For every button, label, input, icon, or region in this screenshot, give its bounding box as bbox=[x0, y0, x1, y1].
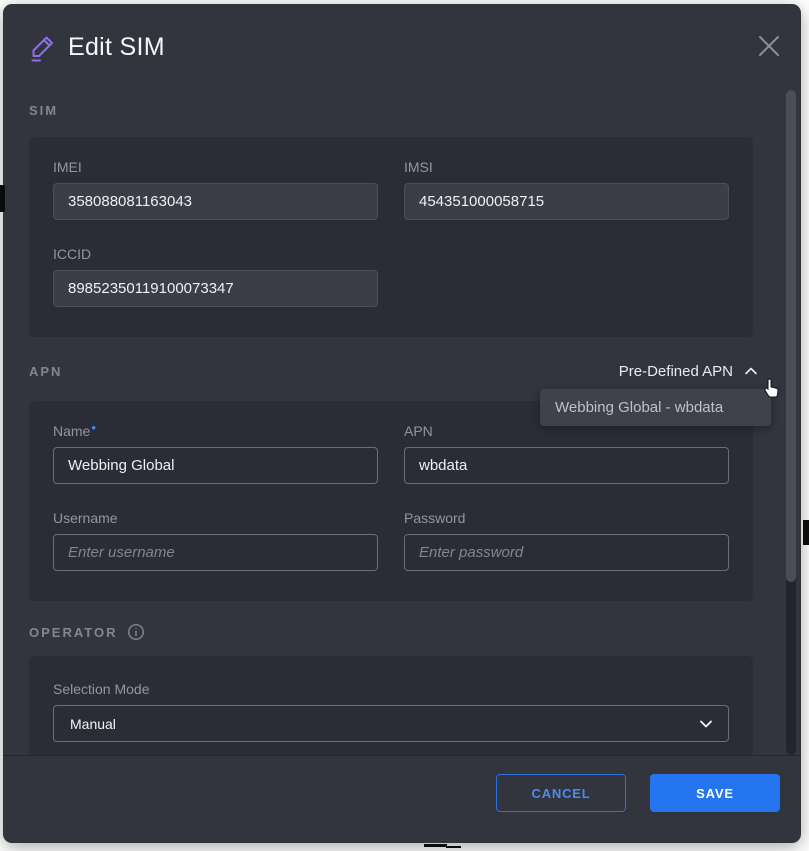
imei-label: IMEI bbox=[53, 159, 378, 175]
imei-field: IMEI bbox=[53, 159, 378, 220]
apn-name-label: Name bbox=[53, 423, 90, 439]
dropdown-option-webbing-global[interactable]: Webbing Global - wbdata bbox=[540, 389, 771, 426]
close-icon[interactable] bbox=[754, 31, 784, 61]
background-artifact bbox=[803, 520, 809, 545]
predefined-apn-label: Pre-Defined APN bbox=[619, 363, 733, 380]
predefined-apn-dropdown: Webbing Global - wbdata bbox=[540, 389, 771, 426]
password-field: Password bbox=[404, 510, 729, 571]
save-button[interactable]: SAVE bbox=[650, 774, 780, 812]
apn-value-field: APN bbox=[404, 423, 729, 484]
pencil-icon bbox=[30, 34, 56, 62]
required-marker: • bbox=[91, 420, 96, 435]
password-input[interactable] bbox=[404, 534, 729, 571]
apn-section-label: APN bbox=[29, 364, 62, 379]
selection-mode-value: Manual bbox=[70, 716, 116, 732]
sim-section-label: SIM bbox=[29, 103, 753, 119]
background-artifact bbox=[446, 846, 461, 848]
username-input[interactable] bbox=[53, 534, 378, 571]
modal-header: Edit SIM bbox=[3, 4, 801, 90]
imei-input[interactable] bbox=[53, 183, 378, 220]
selection-mode-label: Selection Mode bbox=[53, 681, 729, 697]
apn-panel: Name• APN Username Password bbox=[29, 401, 753, 601]
modal-title: Edit SIM bbox=[68, 33, 165, 62]
background-artifact bbox=[0, 185, 5, 212]
username-field: Username bbox=[53, 510, 378, 571]
password-label: Password bbox=[404, 510, 729, 526]
selection-mode-select[interactable]: Manual bbox=[53, 705, 729, 742]
predefined-apn-toggle[interactable]: Pre-Defined APN bbox=[619, 363, 759, 380]
iccid-label: ICCID bbox=[53, 246, 378, 262]
apn-input[interactable] bbox=[404, 447, 729, 484]
page-background: Edit SIM SIM IMEI IMSI bbox=[0, 0, 809, 851]
operator-header-row: OPERATOR bbox=[29, 622, 753, 642]
imsi-input[interactable] bbox=[404, 183, 729, 220]
scrollbar-thumb[interactable] bbox=[786, 90, 796, 582]
chevron-up-icon bbox=[743, 364, 759, 378]
info-icon[interactable] bbox=[127, 623, 145, 641]
apn-header-row: APN Pre-Defined APN bbox=[29, 359, 753, 383]
iccid-field: ICCID bbox=[53, 246, 378, 307]
sim-panel: IMEI IMSI ICCID bbox=[29, 137, 753, 337]
selection-mode-field: Selection Mode Manual bbox=[53, 681, 729, 742]
operator-panel: Selection Mode Manual bbox=[29, 656, 753, 755]
operator-section-label: OPERATOR bbox=[29, 625, 117, 640]
background-artifact bbox=[424, 844, 447, 847]
chevron-down-icon bbox=[698, 717, 714, 731]
apn-name-input[interactable] bbox=[53, 447, 378, 484]
imsi-label: IMSI bbox=[404, 159, 729, 175]
cancel-button[interactable]: CANCEL bbox=[496, 774, 626, 812]
imsi-field: IMSI bbox=[404, 159, 729, 220]
username-label: Username bbox=[53, 510, 378, 526]
apn-name-field: Name• bbox=[53, 423, 378, 484]
iccid-input[interactable] bbox=[53, 270, 378, 307]
modal-footer: CANCEL SAVE bbox=[3, 755, 801, 843]
edit-sim-modal: Edit SIM SIM IMEI IMSI bbox=[3, 4, 801, 843]
